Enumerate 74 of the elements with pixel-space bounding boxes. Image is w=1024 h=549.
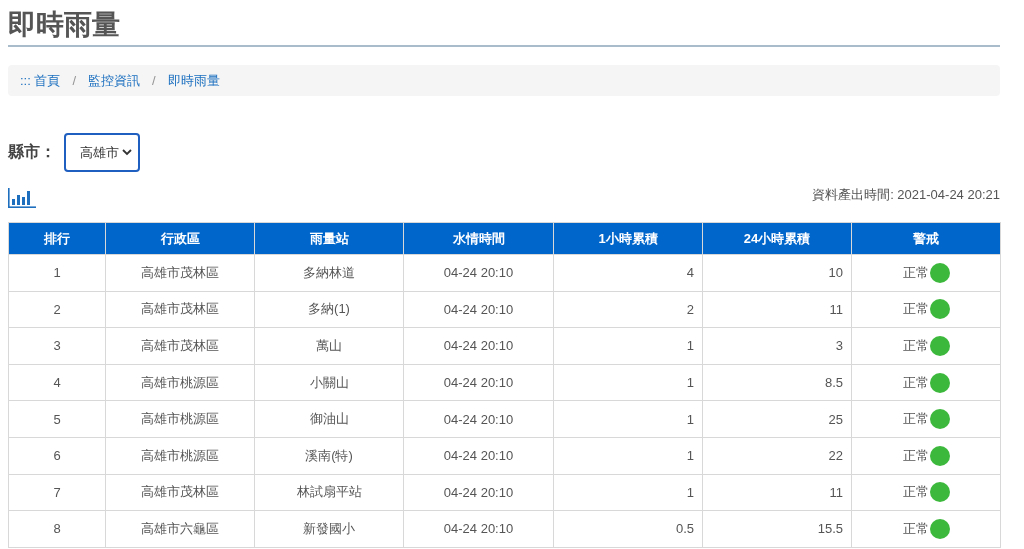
table-cell: 04-24 20:10 [403, 510, 554, 548]
table-cell: 0.5 [553, 510, 703, 548]
table-cell: 22 [702, 437, 852, 475]
table-cell: 04-24 20:10 [403, 474, 554, 511]
table-cell: 15.5 [702, 510, 852, 548]
table-cell: 林試扇平站 [254, 474, 404, 511]
table-cell: 04-24 20:10 [403, 254, 554, 292]
table-cell: 多納林道 [254, 254, 404, 292]
table-cell: 高雄市茂林區 [105, 327, 255, 365]
table-cell: 御油山 [254, 400, 404, 438]
table-cell: 25 [702, 400, 852, 438]
table-cell: 04-24 20:10 [403, 291, 554, 328]
data-timestamp: 資料產出時間: 2021-04-24 20:21 [812, 186, 1000, 204]
bar-chart-icon[interactable] [8, 188, 36, 208]
table-cell: 6 [8, 437, 106, 475]
table-cell: 8.5 [702, 364, 852, 401]
table-cell: 溪南(特) [254, 437, 404, 475]
breadcrumb-link[interactable]: 即時雨量 [167, 71, 220, 90]
table-cell: 多納(1) [254, 291, 404, 328]
column-header: 警戒 [851, 222, 1001, 255]
status-text: 正常 [902, 519, 929, 538]
status-text: 正常 [902, 483, 929, 502]
table-cell: 萬山 [254, 327, 404, 365]
table-cell: 04-24 20:10 [403, 437, 554, 475]
table-cell: 8 [8, 510, 106, 548]
county-label: 縣市： [8, 142, 56, 162]
table-cell: 2 [8, 291, 106, 328]
chevron-down-icon [122, 149, 132, 156]
table-cell: 1 [553, 437, 703, 475]
column-header: 行政區 [105, 222, 255, 255]
column-header: 排行 [8, 222, 106, 255]
status-text: 正常 [902, 337, 929, 355]
status-text: 正常 [902, 410, 929, 429]
breadcrumb-link[interactable]: ::: 首頁 [20, 71, 61, 90]
table-cell: 7 [8, 474, 106, 511]
table-cell: 3 [702, 327, 852, 365]
breadcrumb-link[interactable]: 監控資訊 [88, 71, 141, 90]
table-cell: 1 [8, 254, 106, 292]
table-cell: 10 [702, 254, 852, 292]
table-cell: 04-24 20:10 [403, 327, 554, 365]
table-cell: 高雄市桃源區 [105, 364, 255, 401]
table-cell: 04-24 20:10 [403, 400, 554, 438]
table-cell: 高雄市茂林區 [105, 254, 255, 292]
table-cell: 1 [553, 474, 703, 511]
table-cell: 4 [553, 254, 703, 292]
table-cell: 5 [8, 400, 106, 438]
table-cell: 3 [8, 327, 106, 365]
table-cell: 高雄市茂林區 [105, 291, 255, 328]
table-cell: 1 [553, 400, 703, 438]
breadcrumb-separator: / [151, 73, 157, 88]
table-cell: 1 [553, 364, 703, 401]
table-cell: 新發國小 [254, 510, 404, 548]
table-cell: 1 [553, 327, 703, 365]
column-header: 雨量站 [254, 222, 404, 255]
table-cell: 4 [8, 364, 106, 401]
table-cell: 04-24 20:10 [403, 364, 554, 401]
table-cell: 小關山 [254, 364, 404, 401]
status-text: 正常 [902, 446, 929, 465]
column-header: 水情時間 [403, 222, 554, 255]
status-text: 正常 [902, 263, 929, 282]
table-cell: 高雄市茂林區 [105, 474, 255, 511]
county-select[interactable]: 高雄市 [64, 133, 140, 172]
table-cell: 高雄市六龜區 [105, 510, 255, 548]
table-cell: 2 [553, 291, 703, 328]
status-text: 正常 [902, 300, 929, 319]
status-text: 正常 [902, 373, 929, 392]
table-cell: 11 [702, 291, 852, 328]
table-cell: 11 [702, 474, 852, 511]
breadcrumb-separator: / [71, 73, 78, 88]
table-cell: 高雄市桃源區 [105, 437, 255, 475]
table-cell: 高雄市桃源區 [105, 400, 255, 438]
column-header: 24小時累積 [702, 222, 852, 255]
column-header: 1小時累積 [553, 222, 703, 255]
page-title: 即時雨量 [8, 8, 121, 42]
